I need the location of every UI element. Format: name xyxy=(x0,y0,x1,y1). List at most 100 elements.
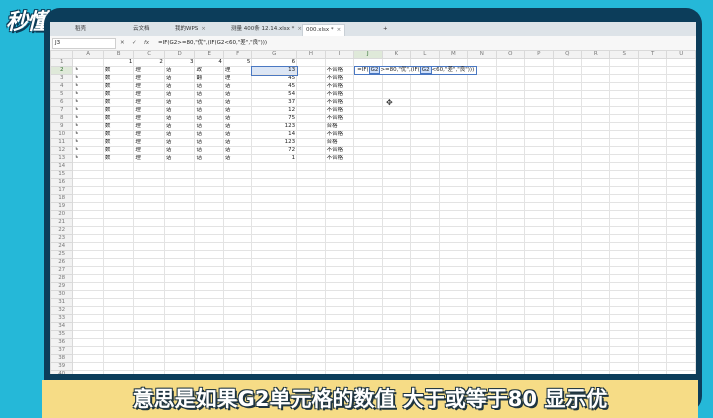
cell[interactable] xyxy=(552,178,583,187)
column-header[interactable]: M xyxy=(438,50,469,59)
cell[interactable] xyxy=(296,202,326,211)
cell[interactable] xyxy=(495,154,526,163)
cell[interactable] xyxy=(637,82,668,91)
cell[interactable] xyxy=(163,290,196,299)
cell[interactable] xyxy=(495,218,526,227)
cell[interactable] xyxy=(666,162,696,171)
cell[interactable] xyxy=(353,234,383,243)
cell[interactable] xyxy=(324,178,355,187)
cell[interactable]: 不合格 xyxy=(324,74,355,83)
cell[interactable] xyxy=(495,266,526,275)
cell[interactable] xyxy=(410,154,440,163)
cell[interactable] xyxy=(438,202,469,211)
cell[interactable] xyxy=(222,330,253,339)
cell[interactable] xyxy=(324,242,355,251)
cell[interactable]: 72 xyxy=(251,146,298,155)
cell[interactable] xyxy=(381,298,412,307)
cell[interactable] xyxy=(580,274,611,283)
cell[interactable] xyxy=(102,170,135,179)
cell[interactable] xyxy=(102,178,135,187)
cell[interactable] xyxy=(552,90,583,99)
cell[interactable] xyxy=(296,242,326,251)
cell[interactable] xyxy=(580,354,611,363)
cell[interactable] xyxy=(495,330,526,339)
cell[interactable]: 话 xyxy=(222,138,253,147)
cell[interactable] xyxy=(296,250,326,259)
cell[interactable] xyxy=(222,346,253,355)
cell[interactable] xyxy=(495,194,526,203)
cell[interactable] xyxy=(163,274,196,283)
cell[interactable] xyxy=(637,66,668,75)
cell[interactable] xyxy=(609,170,639,179)
cell[interactable] xyxy=(353,250,383,259)
cell[interactable]: 话 xyxy=(163,98,196,107)
column-header[interactable]: A xyxy=(72,50,104,59)
cell[interactable] xyxy=(438,242,469,251)
cell[interactable] xyxy=(609,250,639,259)
cell[interactable] xyxy=(353,282,383,291)
cell[interactable] xyxy=(353,290,383,299)
cell[interactable] xyxy=(524,210,554,219)
cell[interactable] xyxy=(666,354,696,363)
cell[interactable] xyxy=(324,250,355,259)
cell[interactable] xyxy=(438,162,469,171)
cell[interactable] xyxy=(102,250,135,259)
cell[interactable] xyxy=(495,298,526,307)
cell[interactable] xyxy=(72,354,104,363)
cell[interactable]: 话 xyxy=(163,90,196,99)
cell[interactable] xyxy=(72,250,104,259)
cell[interactable]: 5 xyxy=(222,58,253,67)
cell[interactable] xyxy=(637,370,668,374)
cell[interactable] xyxy=(467,122,497,131)
cell[interactable] xyxy=(353,114,383,123)
cell[interactable] xyxy=(410,98,440,107)
cell[interactable] xyxy=(353,266,383,275)
cell[interactable] xyxy=(353,186,383,195)
cell[interactable] xyxy=(609,210,639,219)
cell[interactable] xyxy=(438,170,469,179)
cell[interactable] xyxy=(524,170,554,179)
cell[interactable] xyxy=(251,210,298,219)
cell[interactable] xyxy=(666,226,696,235)
cell[interactable] xyxy=(580,370,611,374)
cell[interactable] xyxy=(163,266,196,275)
cell[interactable] xyxy=(72,338,104,347)
cell[interactable] xyxy=(467,170,497,179)
cell[interactable] xyxy=(552,362,583,371)
row-header[interactable]: 30 xyxy=(50,290,74,299)
cell[interactable] xyxy=(194,218,224,227)
cell[interactable]: 话 xyxy=(163,138,196,147)
cell[interactable] xyxy=(438,114,469,123)
cell[interactable] xyxy=(133,242,165,251)
cell[interactable] xyxy=(102,202,135,211)
cell[interactable] xyxy=(102,226,135,235)
cell[interactable] xyxy=(637,210,668,219)
cell[interactable] xyxy=(72,226,104,235)
cell[interactable] xyxy=(580,314,611,323)
row-header[interactable]: 7 xyxy=(50,106,74,115)
cell[interactable] xyxy=(324,298,355,307)
row-header[interactable]: 5 xyxy=(50,90,74,99)
cell[interactable] xyxy=(495,82,526,91)
cell[interactable] xyxy=(467,130,497,139)
cell[interactable]: 理 xyxy=(133,82,165,91)
row-header[interactable]: 29 xyxy=(50,282,74,291)
cell[interactable] xyxy=(580,82,611,91)
cell[interactable]: 1 xyxy=(251,154,298,163)
cell[interactable] xyxy=(296,186,326,195)
cell[interactable] xyxy=(251,202,298,211)
cell[interactable]: 75 xyxy=(251,114,298,123)
row-header[interactable]: 27 xyxy=(50,266,74,275)
cell[interactable] xyxy=(552,74,583,83)
cell[interactable] xyxy=(324,218,355,227)
column-header[interactable]: U xyxy=(666,50,696,59)
cell[interactable] xyxy=(324,322,355,331)
cell[interactable] xyxy=(296,258,326,267)
cell[interactable] xyxy=(324,338,355,347)
cell[interactable] xyxy=(72,266,104,275)
cell[interactable] xyxy=(552,258,583,267)
cell[interactable] xyxy=(609,290,639,299)
cell[interactable] xyxy=(296,290,326,299)
cell[interactable] xyxy=(609,146,639,155)
cell[interactable] xyxy=(438,354,469,363)
